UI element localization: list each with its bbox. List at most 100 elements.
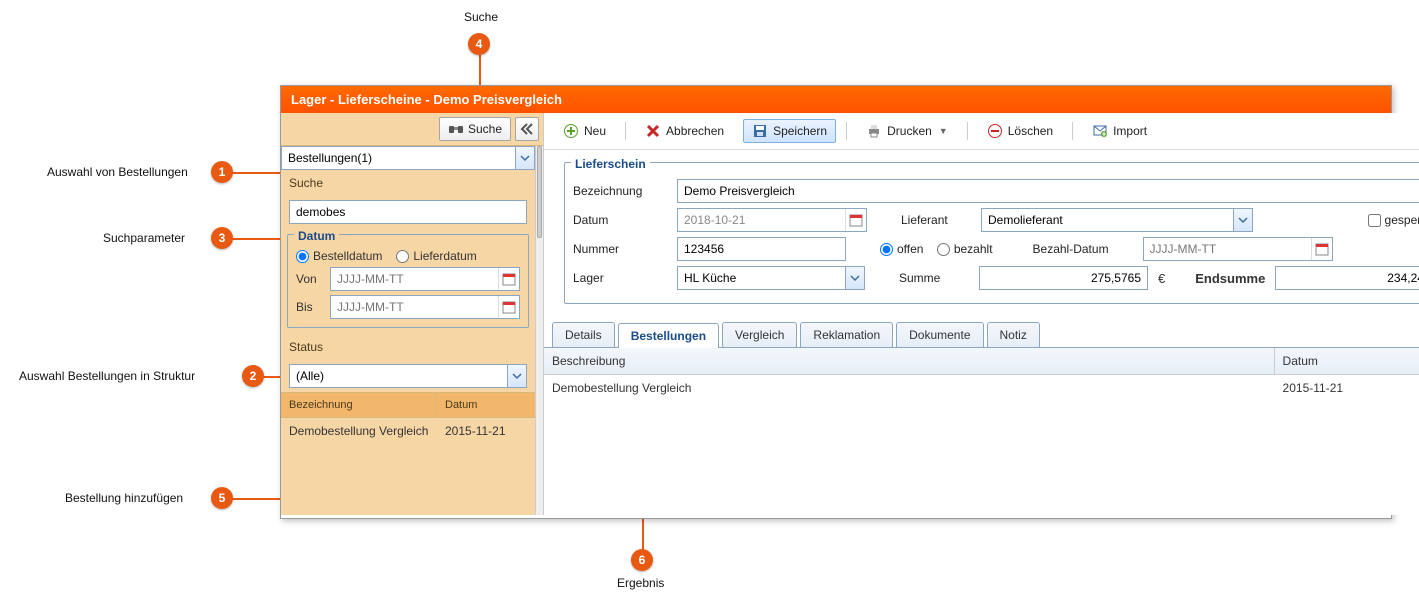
chevron-down-icon[interactable]: ▼ [939,126,948,136]
bezahl-datum-input[interactable] [1143,237,1333,261]
radio-bestelldatum[interactable]: Bestelldatum [296,249,382,263]
lager-input[interactable] [678,267,845,289]
callout-leader [232,172,282,174]
gesperrt-label: gesperrt [1385,213,1419,227]
tab-details[interactable]: Details [552,322,615,347]
status-combo[interactable] [289,364,527,388]
search-button[interactable]: Suche [439,117,511,141]
chevron-down-icon[interactable] [507,365,526,387]
datum-legend: Datum [294,229,339,243]
abbrechen-button[interactable]: Abbrechen [636,119,733,143]
calendar-icon[interactable] [845,209,866,231]
neu-button[interactable]: Neu [554,119,615,143]
euro-symbol: € [1158,271,1165,286]
import-label: Import [1113,124,1147,138]
callout-leader [232,238,282,240]
cancel-icon [645,123,661,139]
bis-label: Bis [296,300,324,314]
search-input[interactable] [289,200,527,224]
grid-col-beschreibung: Beschreibung [544,348,1275,374]
lieferschein-form: Lieferschein Bezeichnung Datum Lieferant [544,150,1419,316]
nummer-input[interactable] [677,237,846,261]
tab-reklamation[interactable]: Reklamation [800,322,893,347]
datum-field[interactable] [678,209,845,231]
callout-badge-3: 3 [211,227,233,249]
speichern-button[interactable]: Speichern [743,119,836,143]
suche-section-label: Suche [281,170,535,196]
scrollbar-thumb[interactable] [537,146,542,238]
binoculars-icon [448,121,464,137]
datum-label: Datum [573,213,667,227]
callout-label-1: Auswahl von Bestellungen [47,165,188,179]
collapse-button[interactable] [515,117,539,141]
main-panel: Neu Abbrechen Speichern Drucken [544,113,1419,515]
lieferschein-legend: Lieferschein [571,157,650,171]
status-combo-input[interactable] [290,365,507,387]
callout-badge-1: 1 [211,161,233,183]
chevron-left-double-icon [519,121,535,137]
abbrechen-label: Abbrechen [666,124,724,138]
col-datum: Datum [437,393,535,417]
von-date-input[interactable] [331,268,498,290]
radio-offen[interactable]: offen [880,242,923,256]
plus-circle-icon [563,123,579,139]
chevron-down-icon[interactable] [1233,209,1252,231]
lieferant-label: Lieferant [901,213,971,227]
bezeichnung-label: Bezeichnung [573,184,667,198]
bestellungen-combo-input[interactable] [282,147,515,169]
loeschen-button[interactable]: Löschen [978,119,1062,143]
bezahl-datum-label: Bezahl-Datum [1033,242,1133,256]
sidebar: Suche [281,113,544,515]
row-datum: 2015-11-21 [437,418,535,444]
lieferant-input[interactable] [982,209,1233,231]
chevron-down-icon[interactable] [515,147,534,169]
bezahl-datum-field[interactable] [1144,238,1311,260]
grid-header: Beschreibung Datum [544,348,1419,375]
radio-bezahlt[interactable]: bezahlt [937,242,993,256]
callout-badge-4: 4 [468,33,490,55]
summe-input[interactable] [979,266,1148,290]
drucken-button[interactable]: Drucken ▼ [857,119,957,143]
bezeichnung-input[interactable] [677,179,1419,203]
calendar-icon[interactable] [498,268,519,290]
bis-date[interactable] [330,295,520,319]
summe-label: Summe [899,271,969,285]
sidebar-toolbar: Suche [281,113,543,146]
callout-label-5: Bestellung hinzufügen [65,491,183,505]
tab-bestellungen[interactable]: Bestellungen [618,323,719,348]
callout-badge-2: 2 [242,365,264,387]
grid-row[interactable]: Demobestellung Vergleich 2015-11-21 [544,375,1419,401]
lieferant-combo[interactable] [981,208,1253,232]
speichern-label: Speichern [773,124,827,138]
von-date[interactable] [330,267,520,291]
toolbar-separator [846,122,847,140]
callout-label-4: Suche [464,10,498,24]
callout-label-6: Ergebnis [617,576,664,590]
status-section-label: Status [281,334,535,360]
sidebar-list-header: Bezeichnung Datum [281,392,535,418]
callout-label-3: Suchparameter [103,231,185,245]
bis-date-input[interactable] [331,296,498,318]
import-button[interactable]: Import [1083,119,1156,143]
sidebar-list-row[interactable]: Demobestellung Vergleich 2015-11-21 [281,418,535,444]
toolbar-separator [967,122,968,140]
calendar-icon[interactable] [498,296,519,318]
tab-vergleich[interactable]: Vergleich [722,322,797,347]
datum-input[interactable] [677,208,867,232]
calendar-icon[interactable] [1311,238,1332,260]
import-icon [1092,123,1108,139]
sidebar-scrollbar[interactable] [535,146,543,515]
radio-lieferdatum[interactable]: Lieferdatum [396,249,476,263]
bestellungen-combo[interactable] [281,146,535,170]
endsumme-input[interactable] [1275,266,1419,290]
von-label: Von [296,272,324,286]
tabs: Details Bestellungen Vergleich Reklamati… [544,322,1419,348]
gesperrt-checkbox[interactable]: gesperrt [1368,213,1419,227]
callout-leader [232,498,282,500]
chevron-down-icon[interactable] [845,267,864,289]
tab-notiz[interactable]: Notiz [987,322,1040,347]
tab-dokumente[interactable]: Dokumente [896,322,983,347]
print-icon [866,123,882,139]
lager-label: Lager [573,271,667,285]
lager-combo[interactable] [677,266,865,290]
